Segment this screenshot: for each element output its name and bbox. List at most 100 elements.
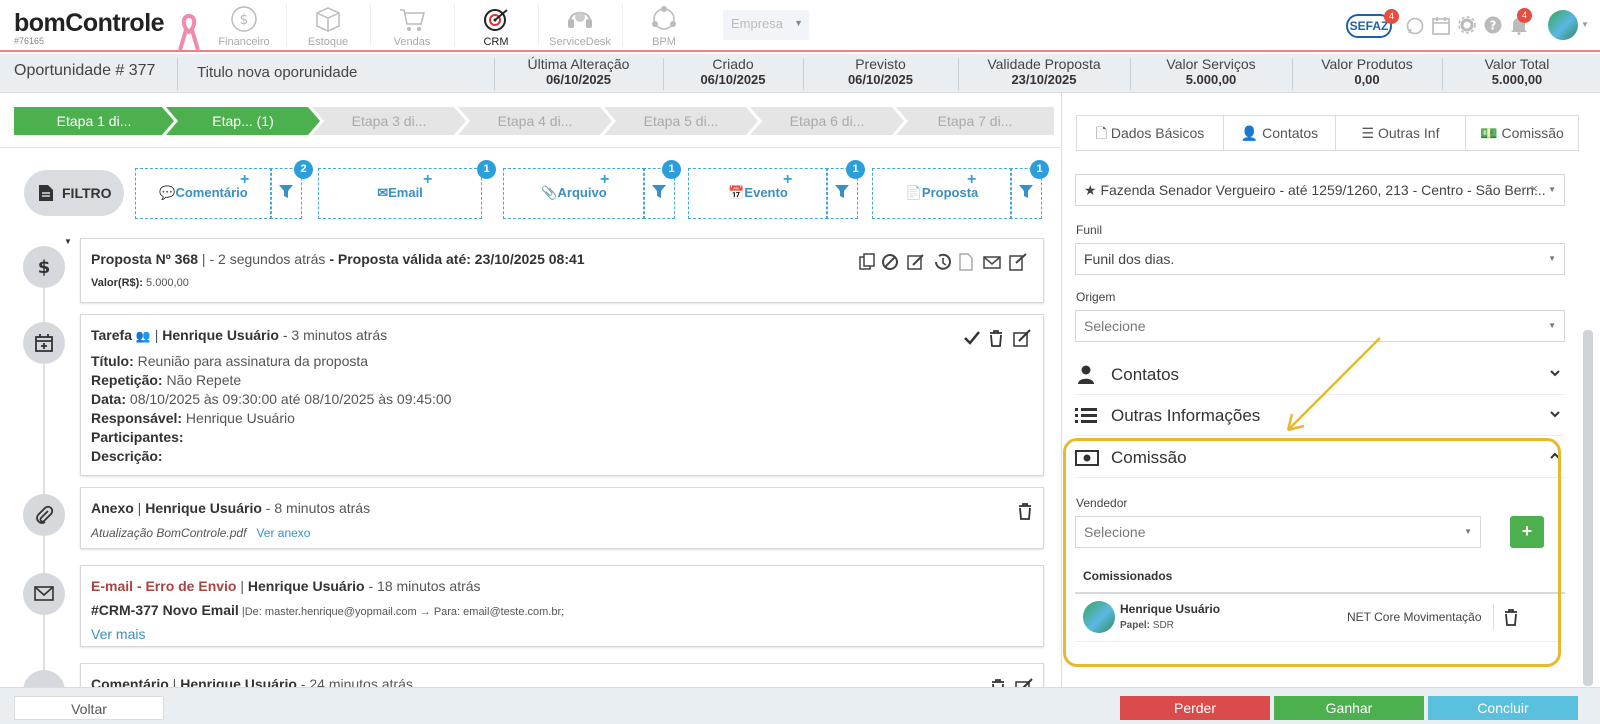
win-button[interactable]: Ganhar <box>1274 696 1424 720</box>
arquivo-count-badge: 1 <box>662 160 681 179</box>
proposal-value-label: Valor(R$): <box>91 277 143 289</box>
logo-text: bomControle <box>14 9 165 37</box>
sefaz-label: SEFAZ <box>1349 19 1389 33</box>
copy-icon[interactable] <box>859 253 875 270</box>
email-time: - 18 minutos atrás <box>364 578 481 594</box>
info-value: 23/10/2025 <box>1011 72 1077 87</box>
finish-button[interactable]: Concluir <box>1428 696 1578 720</box>
stage-6[interactable]: Etapa 6 di... <box>750 107 904 135</box>
scrollbar[interactable] <box>1583 330 1593 686</box>
view-attachment-link[interactable]: Ver anexo <box>256 526 310 540</box>
document-icon: 📄 <box>905 185 922 200</box>
address-select[interactable]: ★ Fazenda Senador Vergueiro - até 1259/1… <box>1075 174 1565 206</box>
opportunity-header: Oportunidade # 377 Titulo nova oporunida… <box>0 54 1600 93</box>
filter-icon <box>1019 185 1033 198</box>
info-valor-servicos: Valor Serviços 5.000,00 <box>1130 56 1292 88</box>
trash-icon[interactable] <box>1017 502 1033 520</box>
add-comentario-button[interactable]: + 💬Comentário <box>135 168 272 219</box>
task-time: - 3 minutos atrás <box>278 327 388 343</box>
module-bpm[interactable]: BPM <box>626 4 702 48</box>
list-icon: ☰ <box>1361 125 1375 141</box>
task-field-label: Repetição: <box>91 372 163 388</box>
stage-3[interactable]: Etapa 3 di... <box>312 107 466 135</box>
tab-dados-basicos[interactable]: 🗋 Dados Básicos <box>1076 115 1224 151</box>
edit-icon[interactable] <box>907 254 924 270</box>
stage-5[interactable]: Etapa 5 di... <box>604 107 758 135</box>
add-arquivo-button[interactable]: + 📎Arquivo <box>503 168 645 219</box>
empresa-select[interactable]: Empresa ▼ <box>723 10 809 40</box>
funil-select[interactable]: Funil dos dias. ▼ <box>1075 243 1565 275</box>
chevron-down-icon[interactable]: ▼ <box>1581 20 1589 29</box>
stage-4[interactable]: Etapa 4 di... <box>458 107 612 135</box>
signature-icon[interactable] <box>1009 253 1027 271</box>
history-icon[interactable] <box>935 253 951 270</box>
caret-down-icon: ▼ <box>64 237 72 246</box>
clear-icon[interactable]: × <box>1530 181 1538 196</box>
file-icon <box>39 185 53 201</box>
module-servicedesk[interactable]: ServiceDesk <box>542 4 618 48</box>
tab-outras-inf[interactable]: ☰ Outras Inf <box>1335 115 1466 151</box>
task-field-value: Não Repete <box>162 372 242 388</box>
module-vendas[interactable]: Vendas <box>374 4 450 48</box>
add-proposta-button[interactable]: + 📄Proposta <box>872 168 1012 219</box>
gear-icon[interactable] <box>1458 16 1476 34</box>
empresa-placeholder: Empresa <box>731 16 784 31</box>
divider <box>538 4 539 46</box>
email-status-title: E-mail - Erro de Envio <box>91 578 237 594</box>
cart-icon <box>400 9 425 31</box>
dollar-circle-icon: $ <box>231 6 257 32</box>
info-label: Última Alteração <box>527 56 630 72</box>
top-navbar: bomControle #76165 $ Financeiro Estoque … <box>0 0 1600 52</box>
module-label: Vendas <box>393 36 431 48</box>
module-crm[interactable]: CRM <box>458 4 534 48</box>
trash-icon[interactable] <box>990 330 1002 347</box>
pink-ribbon-icon <box>178 12 200 52</box>
task-field-label: Responsável: <box>91 410 183 426</box>
info-validade-proposta: Validade Proposta 23/10/2025 <box>958 56 1130 88</box>
tab-contatos[interactable]: 👤 Contatos <box>1223 115 1336 151</box>
dollar-icon: $ <box>38 257 51 278</box>
add-email-button[interactable]: + ✉Email <box>318 168 482 219</box>
task-field-label: Título: <box>91 353 134 369</box>
account-number: #76165 <box>14 36 45 46</box>
tab-comissao[interactable]: 💵 Comissão <box>1465 115 1579 151</box>
envelope-icon <box>34 586 54 601</box>
bottom-action-bar: Voltar Perder Ganhar Concluir <box>0 687 1600 724</box>
envelope-icon[interactable] <box>983 256 1001 269</box>
back-button[interactable]: Voltar <box>14 696 164 720</box>
tab-label: Comissão <box>1501 125 1564 141</box>
module-estoque[interactable]: Estoque <box>290 4 366 48</box>
opportunity-title[interactable]: Titulo nova oporunidade <box>197 64 357 81</box>
task-field-value: 08/10/2025 às 09:30:00 até 08/10/2025 às… <box>126 391 452 407</box>
stage-7[interactable]: Etapa 7 di... <box>896 107 1054 135</box>
logo[interactable]: bomControle #76165 <box>14 9 165 46</box>
calendar-plus-icon: 📅 <box>728 185 745 200</box>
view-more-link[interactable]: Ver mais <box>91 626 145 642</box>
pdf-icon[interactable] <box>959 253 973 271</box>
proposal-actions <box>859 253 1027 271</box>
attachment-filename: Atualização BomControle.pdf <box>91 526 247 540</box>
help-icon[interactable]: ? <box>1484 16 1502 34</box>
money-icon: 💵 <box>1480 125 1498 141</box>
stage-2[interactable]: Etap... (1) <box>166 107 320 135</box>
filter-button[interactable]: FILTRO ▼ <box>24 170 124 246</box>
lose-button[interactable]: Perder <box>1120 696 1270 720</box>
headset-icon <box>568 11 592 28</box>
info-valor-produtos: Valor Produtos 0,00 <box>1292 56 1442 88</box>
chevron-down-icon: ▼ <box>794 18 803 28</box>
calendar-icon[interactable] <box>1432 16 1450 35</box>
attachment-title: Anexo <box>91 500 134 516</box>
whatsapp-icon[interactable] <box>1406 17 1424 35</box>
user-avatar[interactable] <box>1548 10 1578 40</box>
check-icon[interactable] <box>964 331 980 345</box>
attachment-time: - 8 minutos atrás <box>261 500 371 516</box>
ban-icon[interactable] <box>882 254 898 270</box>
info-label: Criado <box>712 56 754 72</box>
task-field-label: Participantes: <box>91 429 184 445</box>
add-evento-button[interactable]: + 📅Evento <box>688 168 828 219</box>
commission-highlight-box <box>1063 438 1561 667</box>
module-financeiro[interactable]: $ Financeiro <box>206 4 282 48</box>
info-value: 0,00 <box>1354 72 1380 87</box>
stage-1[interactable]: Etapa 1 di... <box>14 107 174 135</box>
edit-icon[interactable] <box>1013 329 1031 347</box>
